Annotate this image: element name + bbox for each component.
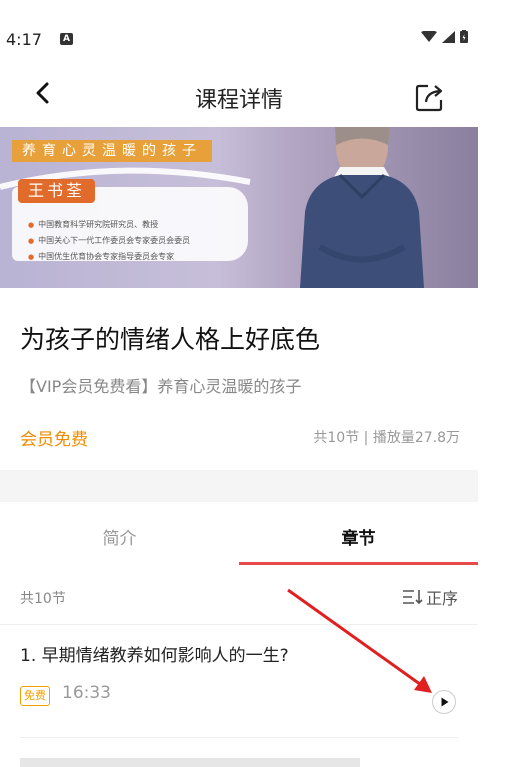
share-icon: [415, 84, 443, 112]
banner-series-title: 养育心灵温暖的孩子: [12, 140, 212, 162]
free-badge: 免费: [20, 686, 50, 706]
lecturer-credentials: 中国教育科学研究院研究员、教授 中国关心下一代工作委员会专家委员会委员 中国优生…: [28, 217, 190, 265]
play-button[interactable]: [432, 690, 456, 714]
app-screen: 4:17 A 课程详情 养育心灵温暖的孩子 王书荃 ● 中国教育科学研究院研究员…: [0, 0, 478, 767]
lesson-duration: 16:33: [62, 683, 111, 703]
navigation-header: 课程详情: [0, 76, 478, 128]
notification-icon: A: [60, 33, 73, 45]
list-item-partial[interactable]: [20, 758, 360, 767]
tab-bar: 简介 章节: [0, 502, 478, 565]
divider: [20, 737, 458, 738]
tab-intro[interactable]: 简介: [0, 524, 239, 549]
sort-order-label: 正序: [425, 589, 458, 608]
sort-order-button[interactable]: 正序: [402, 585, 458, 609]
signal-icon: [442, 30, 455, 43]
chapter-count: 共10节: [20, 591, 66, 607]
system-icons: [421, 30, 468, 43]
course-stats: 共10节 | 播放量27.8万: [313, 430, 460, 446]
status-time: 4:17: [6, 30, 42, 49]
page-title: 课程详情: [194, 88, 283, 113]
wifi-icon: [421, 30, 437, 42]
battery-icon: [460, 30, 468, 43]
section-gap: [0, 470, 478, 502]
divider: [0, 624, 478, 625]
course-banner[interactable]: 养育心灵温暖的孩子 王书荃 中国教育科学研究院研究员、教授 中国关心下一代工作委…: [0, 127, 478, 288]
credential-item: 中国优生优育协会专家指导委员会专家: [28, 249, 190, 265]
lecturer-photo: [300, 127, 424, 288]
lecturer-name: 王书荃: [18, 179, 96, 203]
sort-icon: [402, 590, 423, 605]
active-tab-indicator: [239, 562, 478, 565]
lesson-title[interactable]: 1. 早期情绪教养如何影响人的一生?: [20, 641, 289, 666]
course-title: 为孩子的情绪人格上好底色: [20, 325, 321, 354]
course-subtitle: 【VIP会员免费看】养育心灵温暖的孩子: [20, 377, 302, 396]
status-bar: 4:17 A: [0, 0, 478, 76]
play-icon: [441, 697, 449, 707]
credential-item: 中国教育科学研究院研究员、教授: [28, 217, 190, 233]
share-button[interactable]: [414, 80, 448, 114]
credential-item: 中国关心下一代工作委员会专家委员会委员: [28, 233, 190, 249]
tab-chapters[interactable]: 章节: [239, 524, 478, 549]
price-label: 会员免费: [20, 430, 88, 450]
